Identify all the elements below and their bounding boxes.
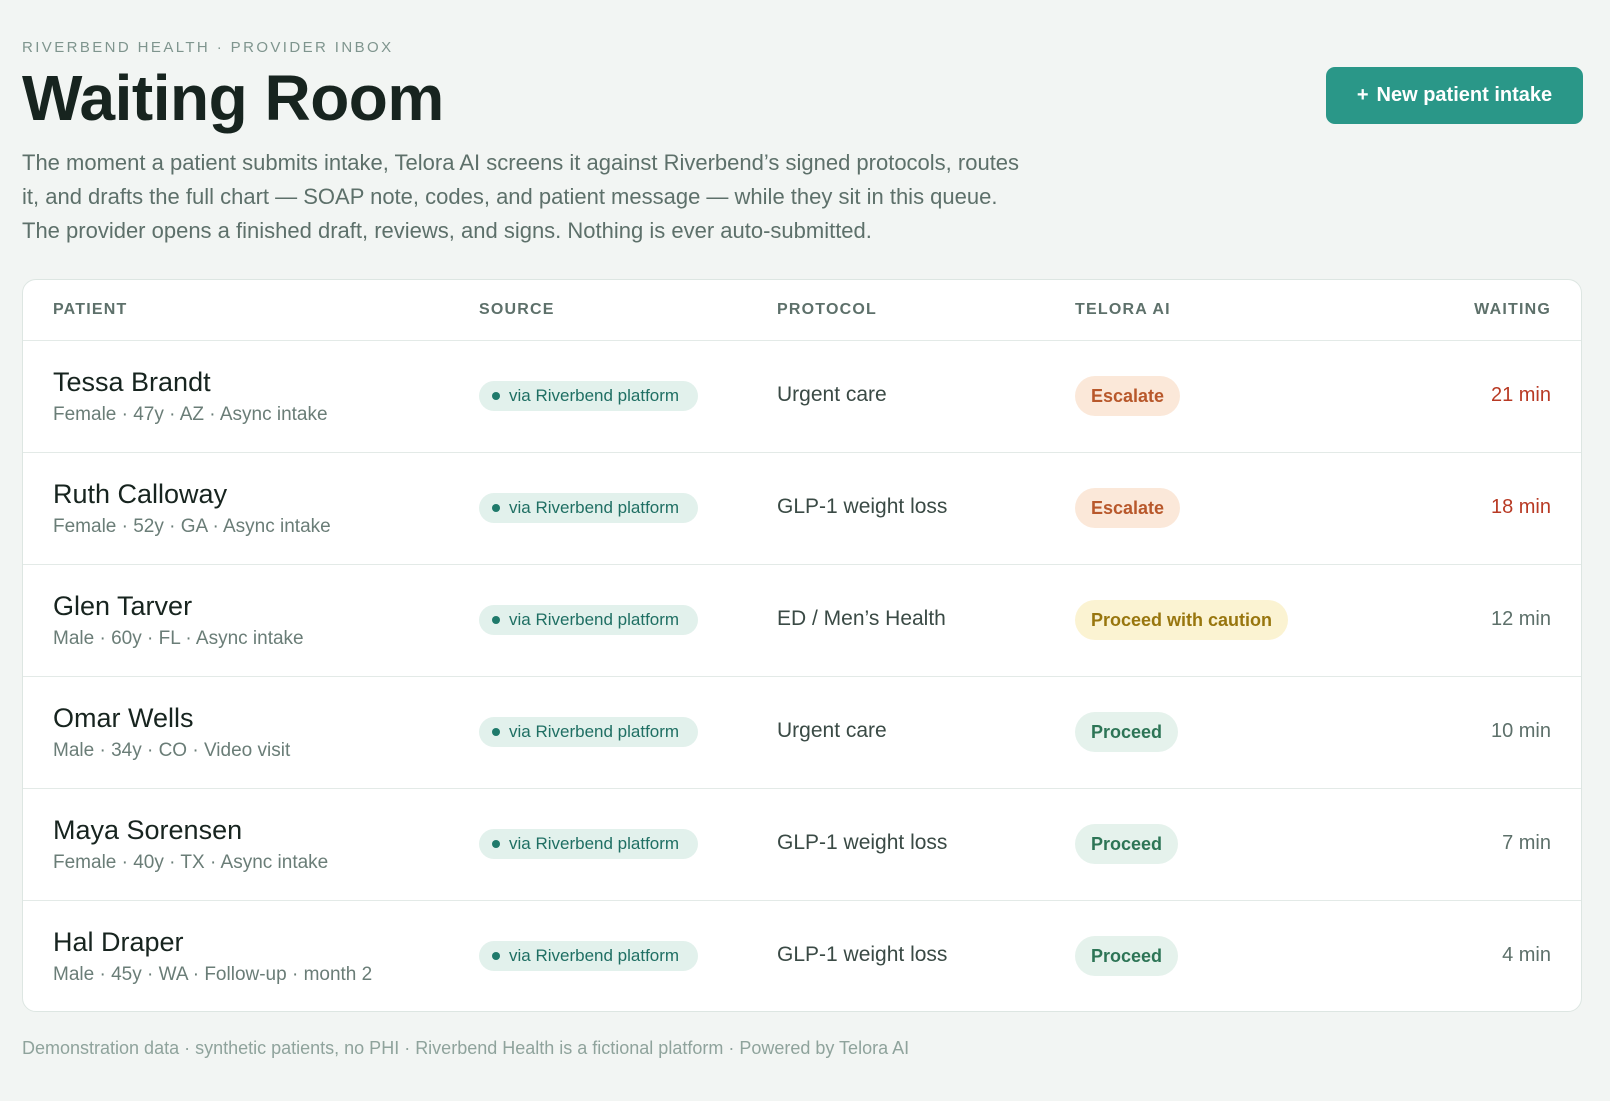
waiting-time: 10 min <box>1490 720 1551 742</box>
protocol: Urgent care <box>777 383 887 406</box>
column-header-telora-ai[interactable]: TELORA AI <box>1075 301 1171 319</box>
status-dot-icon <box>492 616 500 624</box>
source-label: via Riverbend platform <box>509 498 680 517</box>
waiting-time: 12 min <box>1490 608 1551 630</box>
source-label: via Riverbend platform <box>509 610 680 629</box>
footer-disclaimer: Demonstration data · synthetic patients,… <box>22 1038 910 1058</box>
ai-status-badge: Escalate <box>1075 376 1181 416</box>
table-row[interactable]: Omar Wells Male · 34y · CO · Video visit… <box>23 676 1581 789</box>
new-patient-intake-label: New patient intake <box>1376 84 1553 106</box>
source-badge: via Riverbend platform <box>479 605 698 635</box>
table-header: PATIENT SOURCE PROTOCOL TELORA AI WAITIN… <box>23 280 1581 341</box>
table-row[interactable]: Maya Sorensen Female · 40y · TX · Async … <box>23 788 1581 901</box>
page-title: Waiting Room <box>22 62 444 134</box>
patient-details: Male · 34y · CO · Video visit <box>53 740 291 761</box>
patient-name: Glen Tarver <box>53 591 193 621</box>
protocol: Urgent care <box>777 719 887 742</box>
source-badge: via Riverbend platform <box>479 829 698 859</box>
table-row[interactable]: Hal Draper Male · 45y · WA · Follow-up ·… <box>23 900 1581 1011</box>
source-badge: via Riverbend platform <box>479 381 698 411</box>
table-row[interactable]: Tessa Brandt Female · 47y · AZ · Async i… <box>23 340 1581 453</box>
status-dot-icon <box>492 840 500 848</box>
patient-name: Hal Draper <box>53 927 184 957</box>
column-header-protocol[interactable]: PROTOCOL <box>777 301 877 319</box>
patient-details: Female · 52y · GA · Async intake <box>53 516 331 537</box>
ai-status-badge: Proceed <box>1075 936 1179 976</box>
patient-name: Omar Wells <box>53 703 194 733</box>
protocol: GLP-1 weight loss <box>777 831 948 854</box>
status-dot-icon <box>492 392 500 400</box>
source-label: via Riverbend platform <box>509 386 680 405</box>
page-description: The moment a patient submits intake, Tel… <box>22 150 1020 243</box>
table-row[interactable]: Glen Tarver Male · 60y · FL · Async inta… <box>23 564 1581 677</box>
ai-status-badge: Proceed <box>1075 824 1179 864</box>
waiting-time: 7 min <box>1502 832 1551 854</box>
protocol: GLP-1 weight loss <box>777 495 948 518</box>
source-badge: via Riverbend platform <box>479 717 698 747</box>
column-header-source[interactable]: SOURCE <box>479 301 555 319</box>
patient-details: Female · 47y · AZ · Async intake <box>53 404 328 425</box>
source-badge: via Riverbend platform <box>479 493 698 523</box>
ai-status-badge: Escalate <box>1075 488 1181 528</box>
patient-queue-table: PATIENT SOURCE PROTOCOL TELORA AI WAITIN… <box>22 279 1582 1012</box>
patient-name: Maya Sorensen <box>53 815 243 845</box>
ai-status-badge: Proceed with caution <box>1075 600 1289 640</box>
source-label: via Riverbend platform <box>509 722 680 741</box>
ai-status-badge: Proceed <box>1075 712 1179 752</box>
status-dot-icon <box>492 728 500 736</box>
status-dot-icon <box>492 504 500 512</box>
status-dot-icon <box>492 952 500 960</box>
source-label: via Riverbend platform <box>509 946 680 965</box>
waiting-time: 4 min <box>1502 944 1551 966</box>
plus-icon: + <box>1356 84 1369 106</box>
new-patient-intake-button[interactable]: + New patient intake <box>1326 67 1583 124</box>
column-header-patient[interactable]: PATIENT <box>53 301 127 319</box>
waiting-time: 21 min <box>1490 384 1551 406</box>
protocol: GLP-1 weight loss <box>777 943 948 966</box>
protocol: ED / Men’s Health <box>777 607 946 630</box>
waiting-time: 18 min <box>1490 496 1551 518</box>
patient-name: Tessa Brandt <box>53 367 211 397</box>
patient-name: Ruth Calloway <box>53 479 228 509</box>
breadcrumb: RIVERBEND HEALTH · PROVIDER INBOX <box>22 39 394 56</box>
patient-details: Male · 60y · FL · Async intake <box>53 628 304 649</box>
patient-details: Female · 40y · TX · Async intake <box>53 852 329 873</box>
source-label: via Riverbend platform <box>509 834 680 853</box>
column-header-waiting[interactable]: WAITING <box>1474 301 1551 319</box>
patient-details: Male · 45y · WA · Follow-up · month 2 <box>53 964 373 985</box>
table-row[interactable]: Ruth Calloway Female · 52y · GA · Async … <box>23 452 1581 565</box>
source-badge: via Riverbend platform <box>479 941 698 971</box>
